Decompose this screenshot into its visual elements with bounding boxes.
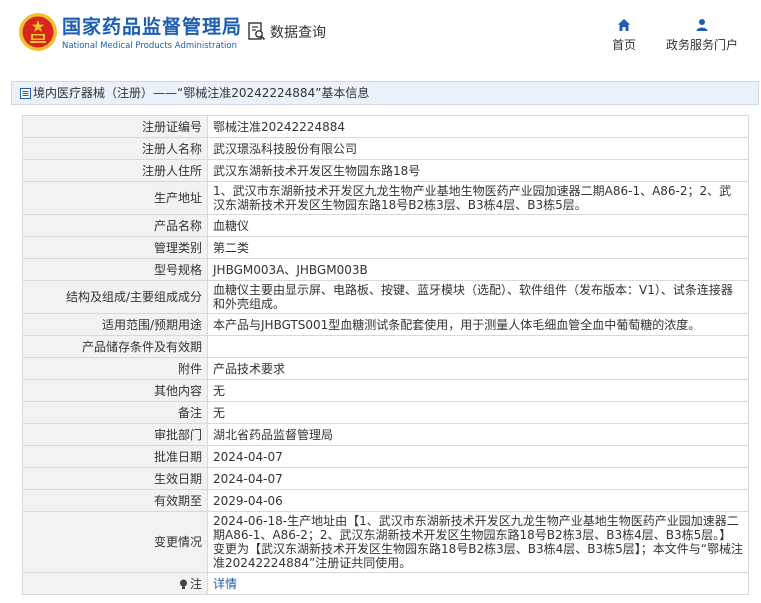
note-label: 注	[189, 576, 202, 591]
field-value: 血糖仪	[207, 214, 749, 237]
table-row: 结构及组成/主要组成成分 血糖仪主要由显示屏、电路板、按键、蓝牙模块（选配）、软…	[22, 280, 749, 314]
field-value	[207, 335, 749, 358]
table-row: 注册证编号 鄂械注准20242224884	[22, 115, 749, 138]
table-row: 适用范围/预期用途 本产品与JHBGTS001型血糖测试条配套使用，用于测量人体…	[22, 313, 749, 336]
field-value: 无	[207, 379, 749, 402]
note-value-cell: 详情	[207, 572, 749, 595]
field-label: 附件	[22, 357, 208, 380]
table-row: 型号规格 JHBGM003A、JHBGM003B	[22, 258, 749, 281]
table-row: 附件 产品技术要求	[22, 357, 749, 380]
field-value: 2024-04-07	[207, 467, 749, 490]
data-query-link[interactable]: 数据查询	[248, 22, 326, 42]
table-row: 批准日期 2024-04-07	[22, 445, 749, 468]
lightbulb-icon	[179, 579, 187, 589]
list-icon	[20, 88, 31, 99]
field-label: 有效期至	[22, 489, 208, 512]
note-label-cell: 注	[22, 572, 208, 595]
field-value: 鄂械注准20242224884	[207, 115, 749, 138]
field-value: 湖北省药品监督管理局	[207, 423, 749, 446]
field-value: 血糖仪主要由显示屏、电路板、按键、蓝牙模块（选配）、软件组件（发布版本：V1）、…	[207, 280, 749, 314]
field-value: 武汉东湖新技术开发区生物园东路18号	[207, 159, 749, 182]
nav-service-portal[interactable]: 政务服务门户	[662, 18, 742, 53]
field-label: 审批部门	[22, 423, 208, 446]
table-row: 产品名称 血糖仪	[22, 214, 749, 237]
data-query-label: 数据查询	[270, 25, 326, 41]
brand-title: 国家药品监督管理局	[62, 16, 243, 38]
detail-table: 注册证编号 鄂械注准20242224884 注册人名称 武汉璟泓科技股份有限公司…	[22, 115, 749, 595]
user-icon	[696, 19, 708, 31]
field-value: JHBGM003A、JHBGM003B	[207, 258, 749, 281]
table-row: 产品储存条件及有效期	[22, 335, 749, 358]
table-row: 注册人住所 武汉东湖新技术开发区生物园东路18号	[22, 159, 749, 182]
brand-subtitle: National Medical Products Administration	[62, 41, 237, 51]
field-value: 2024-04-07	[207, 445, 749, 468]
field-label: 适用范围/预期用途	[22, 313, 208, 336]
table-row: 审批部门 湖北省药品监督管理局	[22, 423, 749, 446]
field-label: 变更情况	[22, 511, 208, 573]
field-label: 型号规格	[22, 258, 208, 281]
breadcrumb-text: 境内医疗器械（注册）——“鄂械注准20242224884”基本信息	[33, 86, 370, 100]
field-value: 无	[207, 401, 749, 424]
field-value: 产品技术要求	[207, 357, 749, 380]
field-label: 注册人住所	[22, 159, 208, 182]
table-row: 备注 无	[22, 401, 749, 424]
national-emblem-icon[interactable]	[18, 12, 58, 52]
field-value: 武汉璟泓科技股份有限公司	[207, 137, 749, 160]
field-label: 结构及组成/主要组成成分	[22, 280, 208, 314]
table-row: 生产地址 1、武汉市东湖新技术开发区九龙生物产业基地生物医药产业园加速器二期A8…	[22, 181, 749, 215]
nav-home-label: 首页	[611, 38, 636, 52]
nav-portal-label: 政务服务门户	[665, 38, 738, 52]
home-icon	[618, 19, 630, 31]
brand[interactable]: 国家药品监督管理局 National Medical Products Admi…	[62, 16, 242, 52]
field-label: 注册证编号	[22, 115, 208, 138]
field-label: 其他内容	[22, 379, 208, 402]
field-label: 产品名称	[22, 214, 208, 237]
field-value: 第二类	[207, 236, 749, 259]
table-row: 注册人名称 武汉璟泓科技股份有限公司	[22, 137, 749, 160]
field-label: 注册人名称	[22, 137, 208, 160]
table-row: 管理类别 第二类	[22, 236, 749, 259]
site-header: 国家药品监督管理局 National Medical Products Admi…	[0, 0, 761, 68]
field-value: 1、武汉市东湖新技术开发区九龙生物产业基地生物医药产业园加速器二期A86-1、A…	[207, 181, 749, 215]
field-label: 产品储存条件及有效期	[22, 335, 208, 358]
table-row: 变更情况 2024-06-18-生产地址由【1、武汉市东湖新技术开发区九龙生物产…	[22, 511, 749, 573]
field-label: 生产地址	[22, 181, 208, 215]
field-label: 备注	[22, 401, 208, 424]
document-search-icon	[248, 22, 266, 41]
table-row: 有效期至 2029-04-06	[22, 489, 749, 512]
field-label: 管理类别	[22, 236, 208, 259]
table-row-note: 注 详情	[22, 572, 749, 595]
nav-home[interactable]: 首页	[608, 18, 640, 53]
table-row: 生效日期 2024-04-07	[22, 467, 749, 490]
field-value: 本产品与JHBGTS001型血糖测试条配套使用，用于测量人体毛细血管全血中葡萄糖…	[207, 313, 749, 336]
table-row: 其他内容 无	[22, 379, 749, 402]
details-link[interactable]: 详情	[213, 577, 237, 591]
field-label: 批准日期	[22, 445, 208, 468]
field-label: 生效日期	[22, 467, 208, 490]
field-value: 2029-04-06	[207, 489, 749, 512]
field-value: 2024-06-18-生产地址由【1、武汉市东湖新技术开发区九龙生物产业基地生物…	[207, 511, 749, 573]
breadcrumb: 境内医疗器械（注册）——“鄂械注准20242224884”基本信息	[11, 81, 759, 105]
